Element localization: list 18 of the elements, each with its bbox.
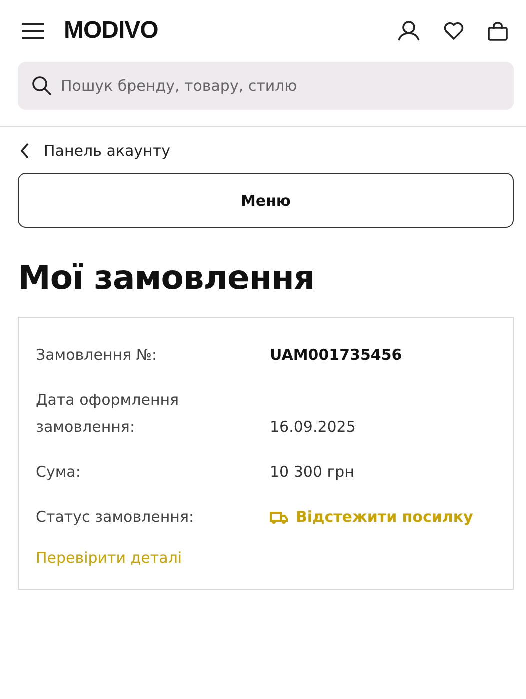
order-label: Статус замовлення: — [36, 507, 196, 528]
bag-icon[interactable] — [488, 22, 508, 40]
menu-button[interactable]: Меню — [18, 173, 514, 228]
menu-icon[interactable] — [22, 23, 44, 39]
truck-icon — [270, 510, 288, 524]
user-icon[interactable] — [398, 21, 420, 41]
order-label: Замовлення №: — [36, 345, 158, 366]
logo[interactable]: MODIVO — [64, 17, 158, 45]
account-panel-link[interactable]: Панель акаунту — [44, 142, 170, 160]
heart-icon[interactable] — [444, 22, 464, 40]
order-number: UAM001735456 — [270, 345, 404, 366]
order-label: Сума: — [36, 462, 82, 483]
order-value: 16.09.2025 — [270, 417, 357, 438]
search-field[interactable]: Пошук бренду, товару, стилю — [18, 62, 514, 110]
back-chevron-icon[interactable] — [20, 143, 30, 159]
order-value: 10 300 грн — [270, 462, 356, 483]
order-label: Дата оформлення замовлення: — [36, 390, 180, 438]
page-title: Мої замовлення — [18, 258, 316, 297]
